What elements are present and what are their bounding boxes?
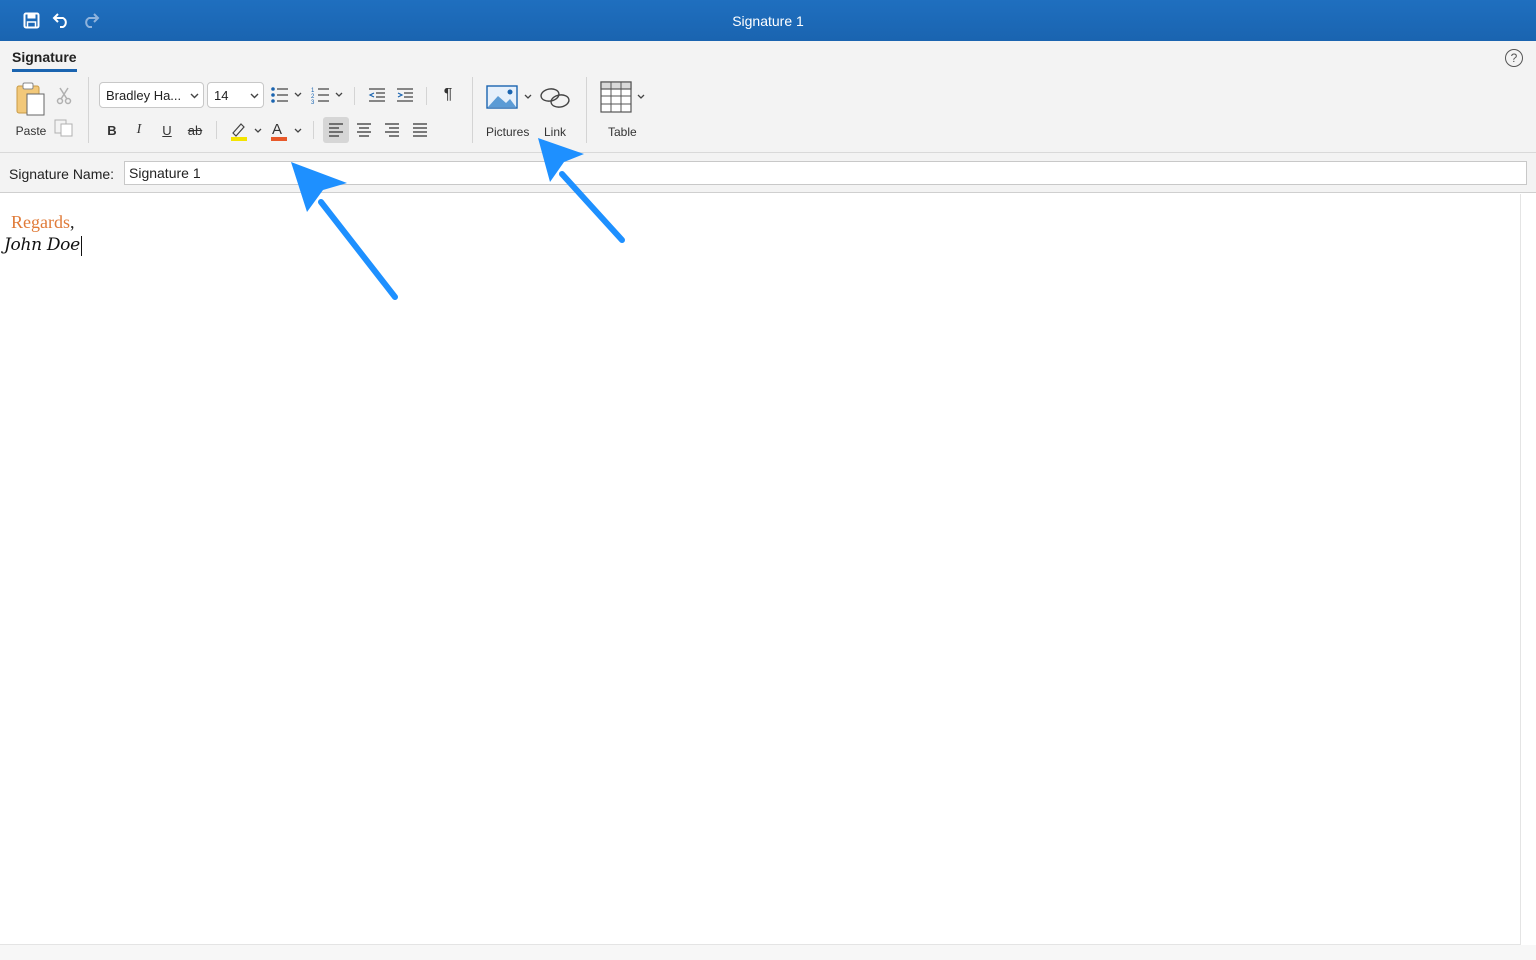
align-center-icon <box>357 123 371 137</box>
chevron-down-icon <box>190 93 199 99</box>
link-button[interactable] <box>538 81 572 115</box>
highlight-color-button[interactable] <box>228 119 264 143</box>
separator <box>88 77 89 143</box>
justify-button[interactable] <box>407 117 433 143</box>
increase-indent-icon <box>397 88 413 102</box>
bottom-strip <box>0 945 1536 960</box>
link-icon <box>540 88 570 108</box>
annotation-arrow-link <box>538 138 625 243</box>
font-size-value: 14 <box>214 88 229 103</box>
numbering-button[interactable]: 1 2 3 <box>310 83 346 107</box>
undo-icon[interactable] <box>50 9 72 31</box>
table-icon <box>600 81 645 113</box>
svg-text:3: 3 <box>311 100 315 105</box>
picture-icon <box>486 85 532 109</box>
signature-name-text: John Doe <box>4 235 80 255</box>
align-right-button[interactable] <box>379 117 405 143</box>
quick-access-toolbar <box>20 9 102 31</box>
chevron-down-icon <box>250 93 259 99</box>
font-name-select[interactable]: Bradley Ha... <box>99 82 204 108</box>
align-right-icon <box>385 123 399 137</box>
font-color-glyph: A <box>272 121 282 138</box>
regards-comma: , <box>69 212 75 232</box>
signature-line-name: John Doe <box>4 235 82 256</box>
signature-name-row: Signature Name: <box>0 153 1536 193</box>
redo-icon[interactable] <box>80 9 102 31</box>
signature-editor[interactable]: Regards, John Doe <box>0 194 1521 945</box>
save-icon[interactable] <box>20 9 42 31</box>
font-color-button[interactable]: A <box>268 119 304 143</box>
signature-name-label: Signature Name: <box>9 166 115 182</box>
strikethrough-button[interactable]: ab <box>184 118 206 142</box>
font-size-select[interactable]: 14 <box>207 82 264 108</box>
help-icon[interactable]: ? <box>1505 49 1523 67</box>
italic-button[interactable]: I <box>128 118 150 142</box>
align-left-icon <box>329 123 343 137</box>
separator <box>216 121 217 139</box>
tab-signature[interactable]: Signature <box>12 49 77 72</box>
paste-button[interactable]: Paste <box>12 81 50 138</box>
numbered-list-icon: 1 2 3 <box>311 88 343 105</box>
ribbon: Signature ? Paste Bradley Ha... 14 1 2 3… <box>0 41 1536 153</box>
scissors-icon[interactable] <box>56 87 72 110</box>
pictures-button[interactable] <box>484 81 536 115</box>
paragraph-marks-button[interactable]: ¶ <box>437 83 459 107</box>
text-cursor <box>80 235 82 256</box>
increase-indent-button[interactable] <box>394 83 416 107</box>
separator <box>354 87 355 105</box>
decrease-indent-icon <box>368 88 385 102</box>
bullets-button[interactable] <box>269 83 305 107</box>
signature-line-regards: Regards, <box>11 212 74 233</box>
regards-text: Regards <box>11 212 70 232</box>
align-center-button[interactable] <box>351 117 377 143</box>
underline-button[interactable]: U <box>156 118 178 142</box>
separator <box>313 121 314 139</box>
bold-button[interactable]: B <box>101 118 123 142</box>
bullet-list-icon <box>271 87 302 103</box>
separator <box>426 87 427 105</box>
decrease-indent-button[interactable] <box>366 83 388 107</box>
title-bar: Signature 1 <box>0 0 1536 41</box>
highlighter-icon <box>231 123 262 141</box>
pictures-label: Pictures <box>486 125 530 139</box>
clipboard-icon <box>16 82 45 116</box>
font-name-value: Bradley Ha... <box>106 88 182 103</box>
annotation-arrow-font-color <box>291 162 398 300</box>
font-color-icon: A <box>271 121 302 141</box>
align-left-button[interactable] <box>323 117 349 143</box>
table-button[interactable] <box>598 79 648 115</box>
justify-icon <box>413 123 427 137</box>
separator <box>472 77 473 143</box>
copy-format-icon[interactable] <box>54 119 74 142</box>
window-title: Signature 1 <box>732 12 804 29</box>
paste-label: Paste <box>15 124 47 138</box>
